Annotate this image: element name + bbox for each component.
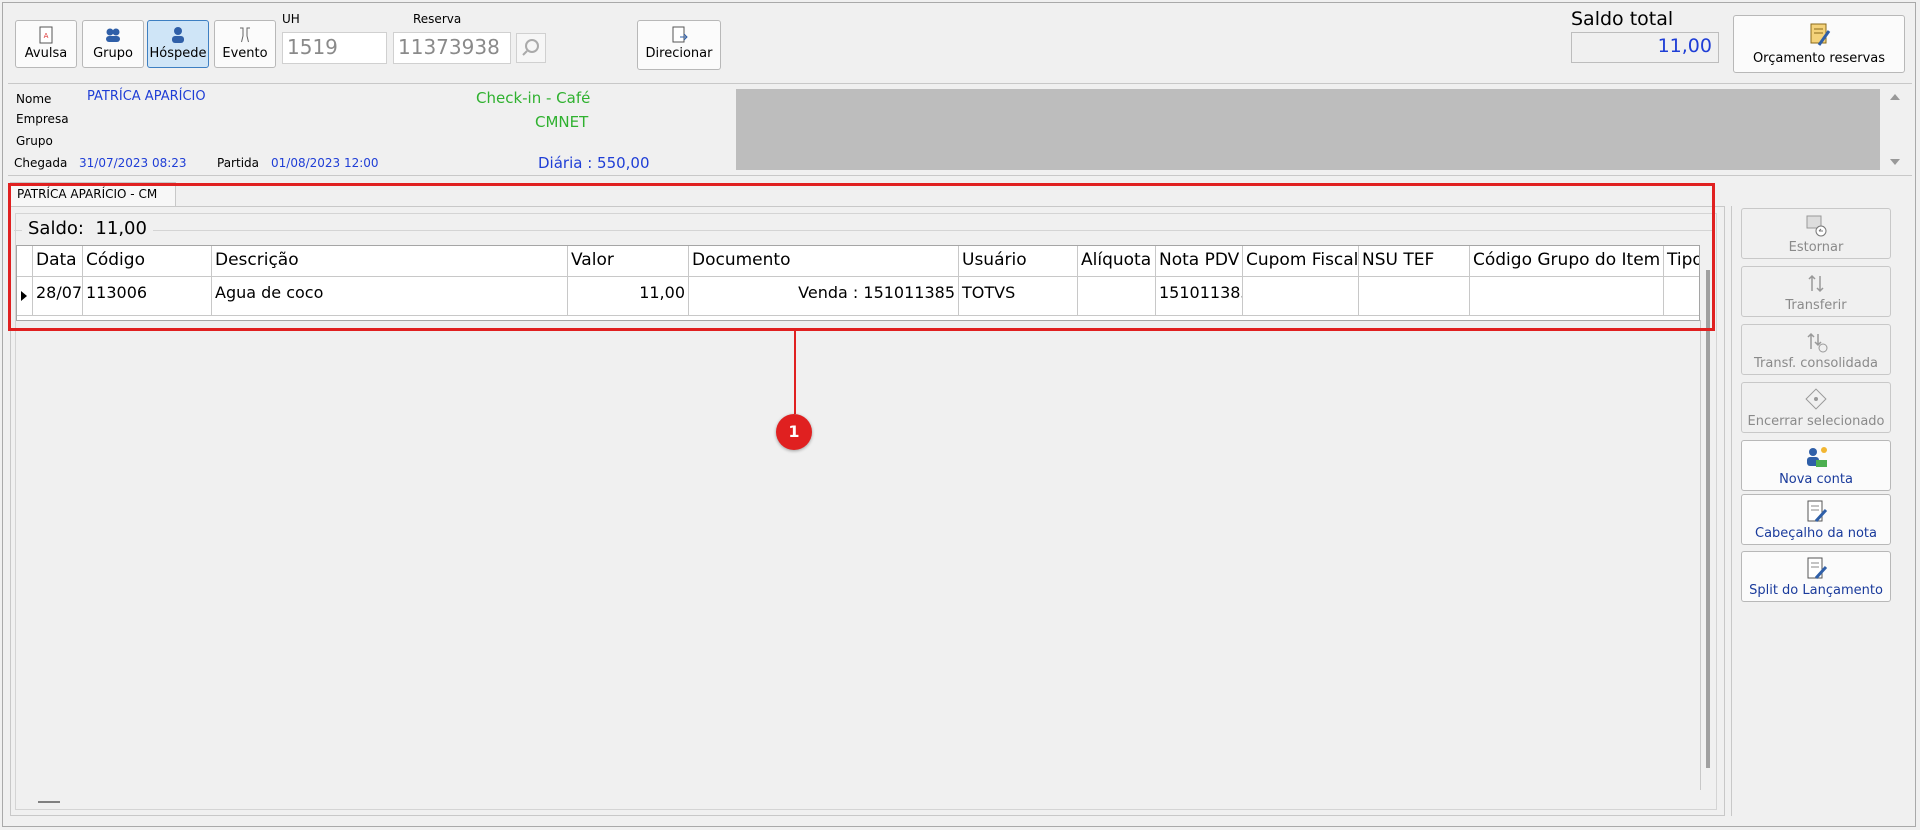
grupo-button[interactable]: Grupo	[82, 20, 144, 68]
redirect-document-icon	[672, 26, 688, 43]
new-account-icon	[1807, 447, 1827, 467]
grupo-info-label: Grupo	[16, 134, 53, 148]
cabecalho-nota-label: Cabeçalho da nota	[1755, 526, 1877, 541]
annotation-line	[794, 331, 796, 414]
transf-consolidada-label: Transf. consolidada	[1754, 356, 1878, 371]
annotation-marker: 1	[776, 414, 812, 450]
nova-conta-button[interactable]: Nova conta	[1741, 440, 1891, 491]
diaria-text: Diária : 550,00	[538, 154, 650, 172]
transferir-label: Transferir	[1785, 298, 1847, 313]
transfer-consolidated-icon	[1807, 332, 1828, 353]
direcionar-label: Direcionar	[645, 46, 713, 61]
budget-icon	[1810, 23, 1831, 46]
divider	[8, 175, 1912, 176]
group-icon	[106, 28, 120, 42]
estornar-label: Estornar	[1788, 240, 1844, 255]
svg-text:A: A	[44, 32, 49, 40]
person-icon	[172, 27, 184, 43]
divider	[8, 83, 1912, 84]
direcionar-button[interactable]: Direcionar	[637, 20, 721, 70]
saldo-total-label: Saldo total	[1571, 8, 1674, 30]
uh-field[interactable]: 1519	[282, 32, 387, 64]
reserva-field[interactable]: 11373938	[393, 32, 511, 64]
evento-button[interactable]: Evento	[214, 20, 276, 68]
edit-document-icon	[1807, 500, 1828, 523]
partida-value: 01/08/2023 12:00	[271, 156, 379, 170]
empresa-label: Empresa	[16, 112, 69, 126]
avulsa-button[interactable]: A Avulsa	[15, 20, 77, 68]
cabecalho-nota-button[interactable]: Cabeçalho da nota	[1741, 494, 1891, 545]
close-item-icon	[1805, 388, 1827, 410]
partida-label: Partida	[217, 156, 259, 170]
scroll-down-icon	[1890, 159, 1900, 165]
side-divider	[1731, 206, 1732, 816]
evento-label: Evento	[222, 46, 268, 61]
transfer-arrows-icon	[1808, 274, 1824, 293]
vertical-scrollbar[interactable]	[1706, 270, 1710, 768]
transferir-button[interactable]: Transferir	[1741, 266, 1891, 317]
hospede-button[interactable]: Hóspede	[147, 20, 209, 68]
notes-scrollbar[interactable]	[1882, 89, 1908, 170]
document-icon: A	[39, 26, 53, 44]
search-button[interactable]	[516, 33, 546, 63]
split-document-icon	[1807, 557, 1828, 580]
estornar-button[interactable]: Estornar	[1741, 208, 1891, 259]
grupo-label: Grupo	[93, 46, 133, 61]
uh-label: UH	[282, 12, 300, 26]
chegada-label: Chegada	[14, 156, 68, 170]
transf-consolidada-button[interactable]: Transf. consolidada	[1741, 324, 1891, 375]
split-lancamento-button[interactable]: Split do Lançamento	[1741, 551, 1891, 602]
reserva-label: Reserva	[413, 12, 462, 26]
orcamento-label: Orçamento reservas	[1752, 51, 1886, 66]
encerrar-selecionado-button[interactable]: Encerrar selecionado	[1741, 382, 1891, 433]
scroll-up-icon	[1890, 94, 1900, 100]
collapse-handle[interactable]	[38, 801, 60, 803]
nome-value: PATRÍCA APARÍCIO	[87, 89, 206, 104]
chegada-value: 31/07/2023 08:23	[79, 156, 187, 170]
notes-panel	[736, 89, 1880, 170]
reverse-icon	[1806, 215, 1827, 237]
split-lancamento-label: Split do Lançamento	[1749, 583, 1883, 598]
saldo-total-value: 11,00	[1571, 32, 1719, 63]
orcamento-reservas-button[interactable]: Orçamento reservas	[1733, 15, 1905, 73]
nova-conta-label: Nova conta	[1779, 472, 1853, 487]
nome-label: Nome	[16, 92, 52, 106]
search-icon	[522, 39, 539, 56]
encerrar-selecionado-label: Encerrar selecionado	[1747, 414, 1885, 429]
cmnet-text: CMNET	[535, 113, 589, 131]
toast-icon	[240, 27, 250, 43]
avulsa-label: Avulsa	[24, 46, 68, 61]
annotation-highlight	[8, 183, 1715, 331]
hospede-label: Hóspede	[149, 46, 207, 61]
grid-border	[1700, 320, 1701, 790]
checkin-status: Check-in - Café	[476, 89, 591, 107]
